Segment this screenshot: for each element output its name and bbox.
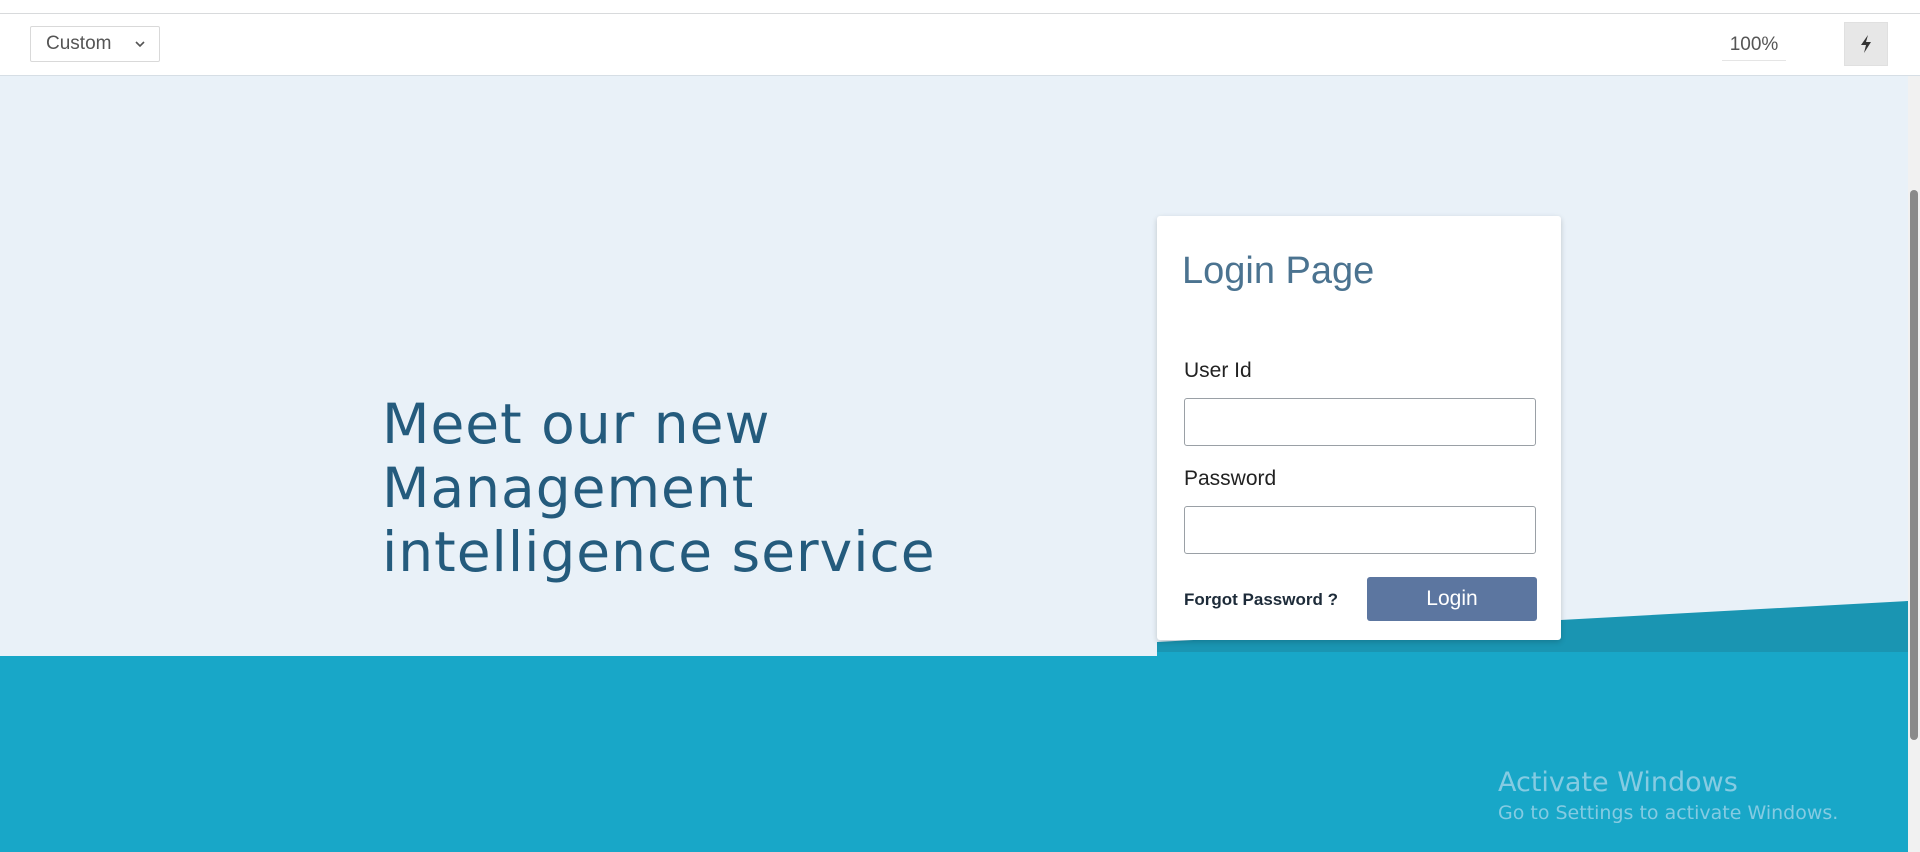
device-toolbar: Custom 100% bbox=[0, 14, 1920, 76]
watermark-title: Activate Windows bbox=[1498, 767, 1738, 798]
device-select-value: Custom bbox=[46, 33, 112, 54]
login-card: Login Page User Id Password Forgot Passw… bbox=[1157, 216, 1561, 640]
hero-headline: Meet our new Management intelligence ser… bbox=[382, 392, 1102, 584]
zoom-readout[interactable]: 100% bbox=[1722, 32, 1786, 61]
hero-headline-line1: Meet our new Management bbox=[382, 392, 771, 520]
throttle-button[interactable] bbox=[1844, 22, 1888, 66]
vertical-scrollbar[interactable] bbox=[1908, 76, 1920, 852]
password-label: Password bbox=[1184, 467, 1277, 490]
browser-top-strip bbox=[0, 0, 1920, 14]
user-id-label: User Id bbox=[1184, 359, 1252, 382]
hero-headline-line2: intelligence service bbox=[382, 520, 936, 584]
login-title: Login Page bbox=[1182, 250, 1375, 292]
chevron-down-icon bbox=[135, 41, 145, 48]
activate-windows-watermark: Activate Windows Go to Settings to activ… bbox=[1498, 766, 1838, 826]
watermark-subtitle: Go to Settings to activate Windows. bbox=[1498, 802, 1839, 824]
login-button[interactable]: Login bbox=[1367, 577, 1537, 621]
lightning-bolt-icon bbox=[1861, 35, 1871, 53]
scrollbar-thumb[interactable] bbox=[1910, 190, 1918, 740]
device-select-dropdown[interactable]: Custom bbox=[30, 26, 160, 62]
password-input[interactable] bbox=[1184, 506, 1536, 554]
forgot-password-link[interactable]: Forgot Password ? bbox=[1184, 590, 1338, 610]
user-id-input[interactable] bbox=[1184, 398, 1536, 446]
page-viewport: Meet our new Management intelligence ser… bbox=[0, 76, 1908, 852]
